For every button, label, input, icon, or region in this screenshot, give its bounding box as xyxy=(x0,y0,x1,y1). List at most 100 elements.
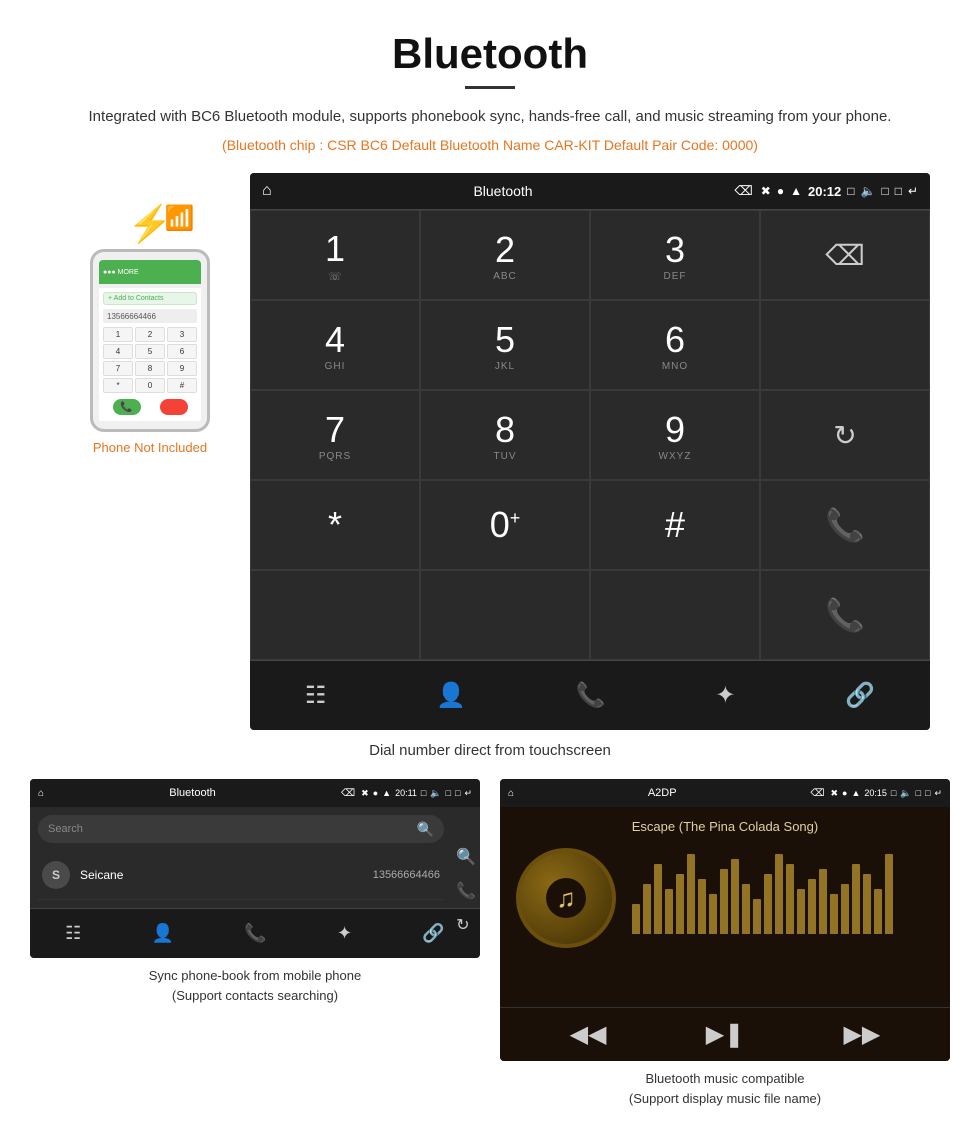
music-cam-icon: □ xyxy=(891,788,896,798)
phonebook-body: Search 🔍 S Seicane 13566664466 🔍 📞 ↻ xyxy=(30,807,480,908)
search-bar[interactable]: Search 🔍 xyxy=(38,815,444,843)
volume-icon: 🔈 xyxy=(860,184,875,198)
phonebook-bottom-nav: ☷ 👤 📞 ✦ 🔗 xyxy=(30,908,480,958)
dial-key-9[interactable]: 9 WXYZ xyxy=(590,390,760,480)
dial-cell-empty-2 xyxy=(760,300,930,390)
mini-sig-icon: ▲ xyxy=(382,788,391,798)
nav-grid-icon[interactable]: ☷ xyxy=(305,681,327,710)
dial-key-2[interactable]: 2 ABC xyxy=(420,210,590,300)
nav-contacts-icon[interactable]: 👤 xyxy=(436,681,466,710)
phonebook-time: 20:11 xyxy=(395,788,417,798)
music-screen: ⌂ A2DP ⌫ ✖ ● ▲ 20:15 □ 🔈 □ □ ↵ Escape (T… xyxy=(500,779,950,1061)
dial-key-7[interactable]: 7 PQRS xyxy=(250,390,420,480)
phone-key-8: 8 xyxy=(135,361,165,376)
dial-key-1[interactable]: 1 ☏ xyxy=(250,210,420,300)
dial-key-5[interactable]: 5 JKL xyxy=(420,300,590,390)
mini-usb-icon: ⌫ xyxy=(341,788,355,799)
dial-key-8[interactable]: 8 TUV xyxy=(420,390,590,480)
phonebook-wrap: ⌂ Bluetooth ⌫ ✖ ● ▲ 20:11 □ 🔈 □ □ ↵ xyxy=(30,779,480,1108)
music-controls: ◀◀ ▶❚ ▶▶ xyxy=(500,1007,950,1061)
page-title: Bluetooth xyxy=(0,0,980,86)
search-icon: 🔍 xyxy=(417,821,434,838)
music-content: ♫ xyxy=(516,848,934,948)
subtitle-text: Integrated with BC6 Bluetooth module, su… xyxy=(0,105,980,129)
music-vol-icon: 🔈 xyxy=(900,788,911,799)
dial-caption: Dial number direct from touchscreen xyxy=(0,742,980,759)
dial-cell-backspace[interactable]: ⌫ xyxy=(760,210,930,300)
phone-key-9: 9 xyxy=(167,361,197,376)
contact-name: Seicane xyxy=(80,868,373,882)
dial-key-hash[interactable]: # xyxy=(590,480,760,570)
dial-key-4[interactable]: 4 GHI xyxy=(250,300,420,390)
side-search-icon[interactable]: 🔍 xyxy=(456,847,476,867)
usb-icon: ⌫ xyxy=(734,183,752,199)
mini-bt-icon: ✖ xyxy=(361,788,369,799)
mini-back-icon: ↵ xyxy=(464,788,472,799)
dial-key-star[interactable]: * xyxy=(250,480,420,570)
phonebook-inner: Search 🔍 S Seicane 13566664466 xyxy=(30,807,480,908)
display-icon: □ xyxy=(881,184,888,198)
play-pause-btn[interactable]: ▶❚ xyxy=(706,1020,745,1049)
backspace-icon: ⌫ xyxy=(825,239,865,272)
dial-key-6[interactable]: 6 MNO xyxy=(590,300,760,390)
mini-nav-grid-icon[interactable]: ☷ xyxy=(65,923,81,944)
bluetooth-icon-wrap: ⚡ 📶 xyxy=(128,203,173,245)
phonebook-screen: ⌂ Bluetooth ⌫ ✖ ● ▲ 20:11 □ 🔈 □ □ ↵ xyxy=(30,779,480,958)
mini-loc-icon: ● xyxy=(373,788,378,798)
phone-key-7: 7 xyxy=(103,361,133,376)
contact-avatar: S xyxy=(42,861,70,889)
side-refresh-icon[interactable]: ↻ xyxy=(456,915,476,935)
phone-top-bar: ●●● MORE xyxy=(99,260,201,284)
search-placeholder: Search xyxy=(48,823,417,835)
dial-key-3[interactable]: 3 DEF xyxy=(590,210,760,300)
mini-nav-bt-icon[interactable]: ✦ xyxy=(337,923,352,944)
music-home-icon: ⌂ xyxy=(508,788,514,799)
music-time: 20:15 xyxy=(864,788,887,798)
status-icons: ✖ ● ▲ 20:12 □ 🔈 □ □ ↵ xyxy=(761,184,918,199)
mini-nav-person-icon[interactable]: 👤 xyxy=(152,923,174,944)
music-body: Escape (The Pina Colada Song) ♫ xyxy=(500,807,950,1007)
nav-phone-icon[interactable]: 📞 xyxy=(576,681,606,710)
phone-number-display: 13566664466 xyxy=(103,309,197,323)
status-time: 20:12 xyxy=(808,184,841,199)
dial-cell-refresh[interactable]: ↻ xyxy=(760,390,930,480)
phone-key-star: * xyxy=(103,378,133,393)
spec-line: (Bluetooth chip : CSR BC6 Default Blueto… xyxy=(0,137,980,153)
home-icon: ⌂ xyxy=(262,182,272,200)
music-sig-icon: ▲ xyxy=(851,788,860,798)
phone-keypad: 1 2 3 4 5 6 7 8 9 * 0 # xyxy=(103,327,197,393)
phonebook-side-icons: 🔍 📞 ↻ xyxy=(456,847,476,935)
music-wrap: ⌂ A2DP ⌫ ✖ ● ▲ 20:15 □ 🔈 □ □ ↵ Escape (T… xyxy=(500,779,950,1108)
phone-mockup: ●●● MORE + Add to Contacts 13566664466 1… xyxy=(90,249,210,432)
dial-call-red-btn[interactable]: 📞 xyxy=(760,570,930,660)
dial-screen: ⌂ Bluetooth ⌫ ✖ ● ▲ 20:12 □ 🔈 □ □ ↵ 1 ☏ xyxy=(250,173,930,730)
album-art-inner: ♫ xyxy=(546,878,586,918)
music-disp-icon: □ xyxy=(916,788,921,798)
contact-row[interactable]: S Seicane 13566664466 xyxy=(38,851,444,900)
mini-nav-link-icon[interactable]: 🔗 xyxy=(422,923,444,944)
phonebook-screen-title: Bluetooth xyxy=(50,787,335,799)
side-phone-icon[interactable]: 📞 xyxy=(456,881,476,901)
music-caption: Bluetooth music compatible(Support displ… xyxy=(629,1069,821,1108)
dial-bottom-nav: ☷ 👤 📞 ✦ 🔗 xyxy=(250,660,930,730)
dial-status-bar: ⌂ Bluetooth ⌫ ✖ ● ▲ 20:12 □ 🔈 □ □ ↵ xyxy=(250,173,930,209)
dial-call-green-btn[interactable]: 📞 xyxy=(760,480,930,570)
music-bt-icon: ✖ xyxy=(830,788,838,799)
music-note-icon: ♫ xyxy=(556,883,576,914)
phonebook-caption: Sync phone-book from mobile phone(Suppor… xyxy=(149,966,361,1005)
nav-bluetooth-icon[interactable]: ✦ xyxy=(715,681,735,710)
prev-track-btn[interactable]: ◀◀ xyxy=(570,1020,607,1049)
phonebook-status-icons: ✖ ● ▲ 20:11 □ 🔈 □ □ ↵ xyxy=(361,788,472,799)
nav-link-icon[interactable]: 🔗 xyxy=(845,681,875,710)
dial-key-0[interactable]: 0+ xyxy=(420,480,590,570)
mini-home-icon: ⌂ xyxy=(38,788,44,799)
signal-icon: ▲ xyxy=(790,184,802,198)
next-track-btn[interactable]: ▶▶ xyxy=(843,1020,880,1049)
location-icon: ● xyxy=(777,184,784,198)
music-win-icon: □ xyxy=(925,788,930,798)
window-icon: □ xyxy=(895,184,902,198)
phonebook-status-bar: ⌂ Bluetooth ⌫ ✖ ● ▲ 20:11 □ 🔈 □ □ ↵ xyxy=(30,779,480,807)
mini-cam-icon: □ xyxy=(421,788,426,798)
music-status-bar: ⌂ A2DP ⌫ ✖ ● ▲ 20:15 □ 🔈 □ □ ↵ xyxy=(500,779,950,807)
mini-nav-phone-icon[interactable]: 📞 xyxy=(244,923,266,944)
